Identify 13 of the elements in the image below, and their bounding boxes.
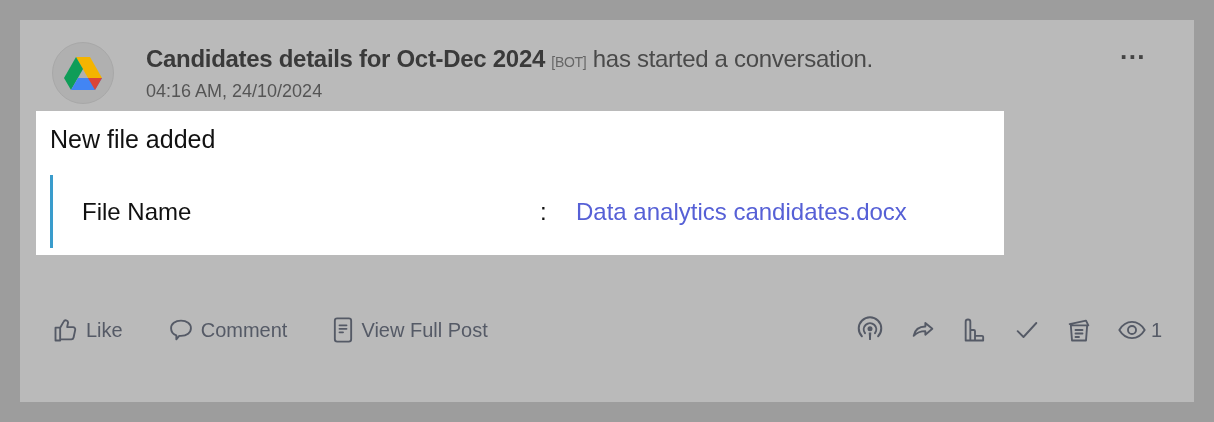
like-button[interactable]: Like xyxy=(52,316,123,344)
triangle-logo-icon xyxy=(63,55,103,91)
more-menu[interactable]: ··· xyxy=(1120,42,1146,72)
field-label: File Name xyxy=(82,197,193,226)
message-heading: New file added xyxy=(50,125,217,154)
file-link[interactable]: Data analytics candidates.docx xyxy=(576,197,907,226)
timestamp: 04:16 AM, 24/10/2024 xyxy=(146,81,324,102)
eye-icon xyxy=(1116,318,1147,342)
post-title: Candidates details for Oct-Dec 2024 [BOT] has started a conversation. xyxy=(146,45,874,73)
view-count: 1 xyxy=(1150,318,1162,342)
field-separator: : xyxy=(540,197,548,226)
comment-button[interactable]: Comment xyxy=(166,316,288,344)
view-button[interactable]: View Full Post xyxy=(331,316,488,344)
